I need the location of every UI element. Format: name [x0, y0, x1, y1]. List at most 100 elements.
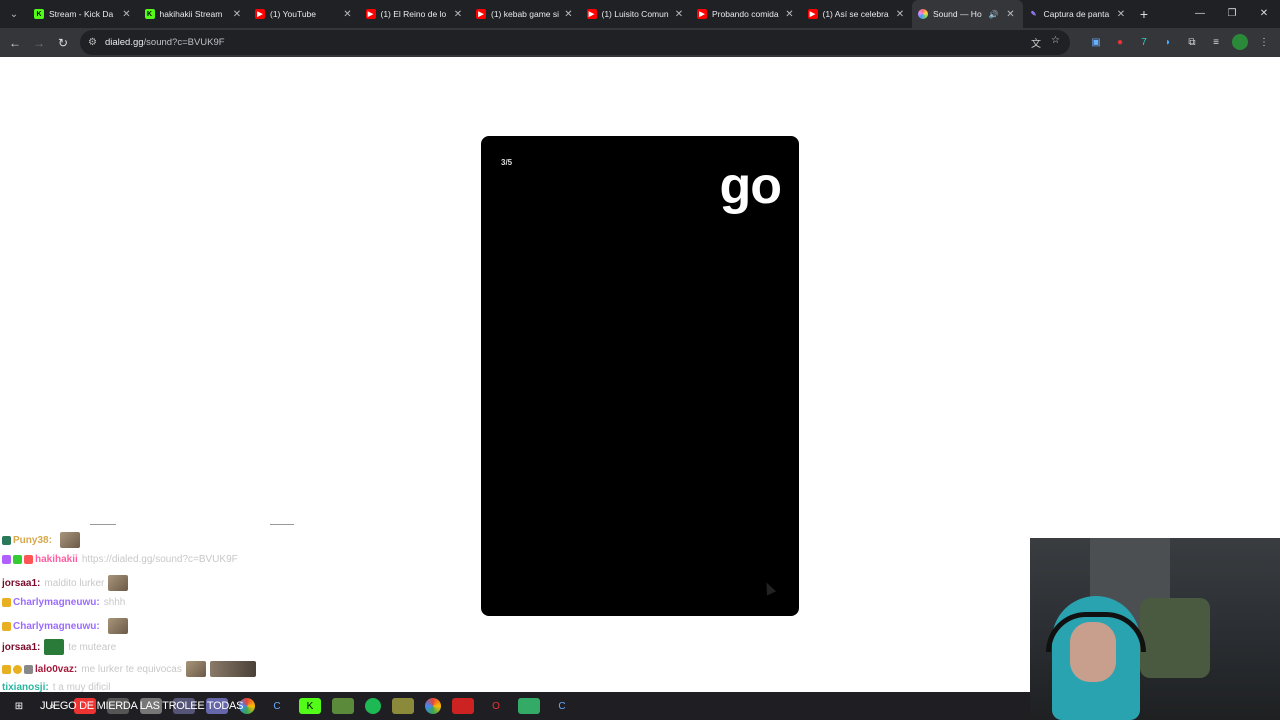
badge-icon — [2, 535, 11, 545]
close-icon[interactable]: ✕ — [784, 9, 796, 20]
reload-icon[interactable]: ↻ — [51, 36, 75, 50]
emote-icon — [107, 618, 128, 634]
plush-toy — [1140, 598, 1210, 678]
badge-icon — [13, 555, 22, 564]
window-controls: — ❐ ✕ — [1184, 0, 1280, 28]
chat-message: jorsaa1: maldito lurker — [2, 575, 129, 591]
reading-list-icon[interactable]: ≡ — [1208, 34, 1224, 50]
tab-8[interactable]: Sound — Ho 🔊 ✕ — [912, 0, 1023, 28]
extensions-area: ▣ ● 7 ◗ ⧉ ≡ ⋮ — [1088, 34, 1272, 50]
profile-avatar-icon[interactable] — [1232, 34, 1248, 50]
browser-toolbar: ← → ↻ ⚙ dialed.gg/sound?c=BVUK9F 文 ☆ ▣ ●… — [0, 28, 1280, 57]
tab-0[interactable]: K Stream - Kick Da ✕ — [28, 0, 139, 28]
close-icon[interactable]: ✕ — [1115, 9, 1127, 20]
restore-icon[interactable]: ❐ — [1216, 0, 1248, 28]
chat-text: te muteare — [68, 641, 117, 653]
app-icon[interactable] — [392, 698, 414, 714]
tab-4[interactable]: ▶ (1) kebab game si ✕ — [470, 0, 581, 28]
speaker-icon[interactable]: 🔊 — [989, 10, 999, 19]
app-icon[interactable] — [452, 698, 474, 714]
close-icon[interactable]: ✕ — [342, 9, 354, 20]
extensions-puzzle-icon[interactable]: ⧉ — [1184, 34, 1200, 50]
card-word: go — [719, 157, 782, 215]
close-icon[interactable]: ✕ — [121, 9, 133, 20]
webcam-feed — [1030, 538, 1280, 720]
tab-7[interactable]: ▶ (1) Así se celebra ✕ — [802, 0, 913, 28]
c-app-icon[interactable]: C — [551, 698, 573, 714]
extension-icon[interactable]: ◗ — [1160, 34, 1176, 50]
badge-icon — [24, 664, 33, 674]
tab-2[interactable]: ▶ (1) YouTube ✕ — [249, 0, 360, 28]
close-icon[interactable]: ✕ — [894, 9, 906, 20]
tab-title: hakihakii Stream — [159, 9, 223, 19]
tab-title: (1) Así se celebra — [822, 9, 889, 19]
back-icon[interactable]: ← — [3, 36, 27, 50]
kick-icon[interactable]: K — [299, 698, 321, 714]
chat-username: Puny38: — [13, 534, 52, 546]
close-icon[interactable]: ✕ — [452, 9, 464, 20]
menu-kebab-icon[interactable]: ⋮ — [1256, 34, 1272, 50]
youtube-icon: ▶ — [697, 9, 707, 19]
spotify-icon[interactable] — [365, 698, 381, 714]
tab-title: (1) El Reino de lo — [380, 9, 447, 19]
minimize-icon[interactable]: — — [1184, 0, 1216, 28]
kick-icon: K — [34, 9, 44, 19]
stream-title: JUEGO DE MIERDA LAS TROLEE TODAS — [40, 700, 244, 712]
tab-9[interactable]: ✎ Captura de panta ✕ — [1023, 0, 1134, 28]
chat-username: Charlymagneuwu: — [13, 620, 100, 632]
chat-message: jorsaa1: te muteare — [2, 639, 116, 655]
new-tab-button[interactable]: + — [1133, 6, 1155, 22]
tab-bar: ⌄ K Stream - Kick Da ✕ K hakihakii Strea… — [0, 0, 1280, 28]
tab-6[interactable]: ▶ Probando comida ✕ — [691, 0, 802, 28]
chat-message: hakihakii https://dialed.gg/sound?c=BVUK… — [2, 554, 238, 565]
chat-text: me lurker te equivocas — [81, 663, 182, 675]
youtube-icon: ▶ — [586, 9, 597, 19]
chat-text: https://dialed.gg/sound?c=BVUK9F — [81, 554, 238, 565]
emote-icon — [44, 639, 65, 655]
opera-icon[interactable]: O — [485, 698, 507, 714]
chrome-icon[interactable] — [425, 698, 441, 714]
chat-message: Puny38: — [2, 532, 80, 548]
game-card[interactable]: 3/5 go — [481, 136, 799, 616]
bookmark-star-icon[interactable]: ☆ — [1051, 35, 1060, 50]
url-host: dialed.gg — [104, 37, 144, 48]
extension-icon[interactable]: 7 — [1136, 34, 1152, 50]
extension-icon[interactable]: ● — [1112, 34, 1128, 50]
translate-icon[interactable]: 文 — [1031, 35, 1041, 50]
chat-message: lalo0vaz: me lurker te equivocas — [2, 661, 256, 677]
feather-icon: ✎ — [1030, 11, 1037, 18]
chat-message: Charlymagneuwu: — [2, 618, 128, 634]
youtube-icon: ▶ — [807, 9, 818, 19]
youtube-icon: ▶ — [476, 9, 486, 19]
extension-icon[interactable]: ▣ — [1088, 34, 1104, 50]
close-window-icon[interactable]: ✕ — [1248, 0, 1280, 28]
c-app-icon[interactable]: C — [266, 698, 288, 714]
tab-3[interactable]: ▶ (1) El Reino de lo ✕ — [360, 0, 471, 28]
site-info-icon[interactable]: ⚙ — [88, 37, 97, 48]
chat-username: lalo0vaz: — [35, 663, 78, 675]
crown-badge-icon — [2, 598, 11, 607]
close-icon[interactable]: ✕ — [563, 9, 575, 20]
close-icon[interactable]: ✕ — [673, 9, 685, 20]
close-icon[interactable]: ✕ — [231, 9, 243, 20]
badge-icon — [13, 664, 22, 674]
tab-1[interactable]: K hakihakii Stream ✕ — [139, 0, 250, 28]
tab-title: Stream - Kick Da — [49, 9, 114, 19]
crown-badge-icon — [2, 621, 11, 631]
emote-icon — [59, 532, 80, 548]
address-bar[interactable]: ⚙ dialed.gg/sound?c=BVUK9F 文 ☆ — [80, 30, 1070, 55]
youtube-icon: ▶ — [365, 9, 376, 19]
divider — [90, 524, 116, 525]
forward-icon[interactable]: → — [27, 36, 51, 50]
chat-username: hakihakii — [35, 554, 78, 565]
app-icon[interactable] — [518, 698, 540, 714]
windows-start-icon[interactable]: ⊞ — [8, 698, 30, 714]
round-progress: 3/5 — [501, 158, 513, 167]
tab-5[interactable]: ▶ (1) Luisito Comun ✕ — [581, 0, 692, 28]
tab-search-button[interactable]: ⌄ — [0, 0, 28, 28]
close-icon[interactable]: ✕ — [1005, 9, 1017, 20]
chat-text: maldito lurker — [44, 577, 105, 589]
badge-icon — [24, 555, 33, 564]
minecraft-icon[interactable] — [332, 698, 354, 714]
chat-text: shhh — [103, 597, 126, 608]
